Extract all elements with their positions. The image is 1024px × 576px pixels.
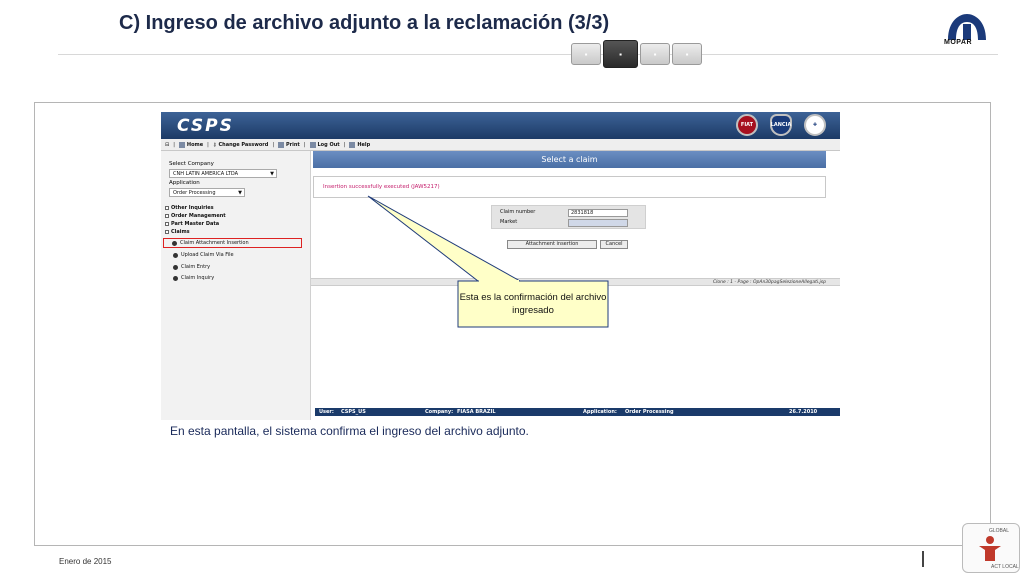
step-2-active[interactable]: ▪	[603, 40, 638, 68]
step-3[interactable]: ▪	[640, 43, 670, 65]
bullet-icon	[172, 240, 177, 246]
claim-number-field[interactable]: 2831818	[568, 209, 628, 217]
sidebar-item-upload-claim-via-file[interactable]: Upload Claim Via File	[173, 252, 234, 258]
claim-number-label: Claim number	[500, 209, 536, 215]
csps-logo: CSPS	[177, 116, 234, 136]
step-4[interactable]: ▪	[672, 43, 702, 65]
alfa-romeo-logo-icon: ✚	[804, 114, 826, 136]
step-1[interactable]: ▪	[571, 43, 601, 65]
step-navigation: ▪ ▪ ▪ ▪	[571, 40, 702, 68]
app-sidebar: Select Company CNH LATIN AMERICA LTDA ▼ …	[161, 151, 311, 420]
change-password-button[interactable]: ⚷ Change Password	[213, 142, 269, 148]
home-icon	[178, 141, 185, 148]
chevron-down-icon: ▼	[238, 190, 242, 196]
market-label: Market	[500, 219, 518, 225]
toolbar-separator: |	[272, 141, 275, 148]
status-user-label: User:	[319, 409, 334, 415]
menu-order-management[interactable]: Order Management	[165, 213, 226, 219]
menu-part-master-data[interactable]: Part Master Data	[165, 221, 219, 227]
bullet-icon	[173, 264, 178, 270]
logout-icon	[309, 141, 316, 148]
application-label: Application	[169, 180, 200, 186]
bullet-icon	[173, 252, 178, 258]
print-icon	[278, 141, 285, 148]
slide-caption: En esta pantalla, el sistema confirma el…	[170, 424, 529, 438]
app-status-bar: User: CSPS_US Company: FIASA BRAZIL Appl…	[315, 408, 840, 416]
global-act-local-badge: GLOBAL ACT LOCAL	[962, 523, 1020, 573]
message-box: Insertion successfully executed (JAW5217…	[313, 176, 826, 198]
select-company-label: Select Company	[169, 161, 214, 167]
footer-divider	[922, 551, 924, 567]
status-application-label: Application:	[583, 409, 617, 415]
step-marker-icon: ▪	[685, 49, 689, 59]
home-button[interactable]: Home	[178, 141, 203, 148]
page-path-footer: Clone : 1 - Page : OpAn30pagSelezioneAll…	[311, 278, 840, 286]
success-message: Insertion successfully executed (JAW5217…	[323, 184, 440, 190]
app-main-panel: Select a claim Insertion successfully ex…	[311, 151, 840, 420]
status-user-value: CSPS_US	[341, 409, 366, 415]
page-title: Select a claim	[313, 151, 826, 168]
claim-form: Claim number 2831818 Market	[491, 205, 646, 229]
toolbar-separator: |	[303, 141, 306, 148]
lancia-logo-icon: LANCIA	[770, 114, 792, 136]
key-icon: ⚷	[212, 141, 217, 148]
toolbar-separator: |	[207, 141, 209, 148]
chevron-down-icon: ▼	[270, 171, 274, 177]
app-header: CSPS FIAT LANCIA ✚	[161, 112, 840, 139]
toolbar-separator: |	[343, 141, 346, 148]
status-company-label: Company:	[425, 409, 454, 415]
market-select[interactable]	[568, 219, 628, 227]
menu-claims[interactable]: Claims	[165, 229, 190, 235]
bullet-icon	[173, 275, 178, 281]
print-button[interactable]: Print	[278, 141, 300, 148]
fiat-logo-icon: FIAT	[736, 114, 758, 136]
status-company-value: FIASA BRAZIL	[457, 409, 496, 415]
attachment-insertion-button[interactable]: Attachment insertion	[507, 240, 597, 249]
slide-title: C) Ingreso de archivo adjunto a la recla…	[119, 12, 610, 34]
menu-other-inquiries[interactable]: Other Inquiries	[165, 205, 214, 211]
help-icon	[349, 141, 356, 148]
sidebar-item-claim-inquiry[interactable]: Claim Inquiry	[173, 275, 214, 281]
collapse-icon[interactable]: ⊟	[165, 142, 169, 148]
application-select[interactable]: Order Processing ▼	[169, 188, 245, 197]
step-marker-icon: ▪	[653, 49, 657, 59]
footer-date: Enero de 2015	[59, 557, 112, 566]
figure-icon	[979, 536, 1001, 561]
log-out-button[interactable]: Log Out	[309, 141, 340, 148]
collapse-icon	[165, 230, 169, 234]
step-marker-icon: ▪	[619, 49, 622, 59]
expand-icon	[165, 206, 169, 210]
status-application-value: Order Processing	[625, 409, 674, 415]
cancel-button[interactable]: Cancel	[600, 240, 628, 249]
title-divider	[58, 54, 998, 55]
step-marker-icon: ▪	[584, 49, 588, 59]
status-date: 26.7.2010	[789, 409, 818, 415]
toolbar-separator: |	[173, 141, 175, 148]
mopar-wordmark: MOPAR	[944, 39, 973, 46]
sidebar-item-claim-entry[interactable]: Claim Entry	[173, 264, 210, 270]
badge-bottom-text: ACT LOCAL	[991, 564, 1019, 570]
expand-icon	[165, 214, 169, 218]
expand-icon	[165, 222, 169, 226]
help-button[interactable]: Help	[349, 141, 370, 148]
app-toolbar: ⊟ | Home | ⚷ Change Password | Print | Lo…	[161, 139, 840, 151]
csps-application-screenshot: CSPS FIAT LANCIA ✚ ⊟ | Home | ⚷ Change Pa…	[161, 112, 840, 420]
company-select[interactable]: CNH LATIN AMERICA LTDA ▼	[169, 169, 277, 178]
sidebar-item-claim-attachment-insertion[interactable]: Claim Attachment Insertion	[163, 238, 302, 248]
callout-text: Esta es la confirmación del archivo ingr…	[459, 292, 607, 316]
